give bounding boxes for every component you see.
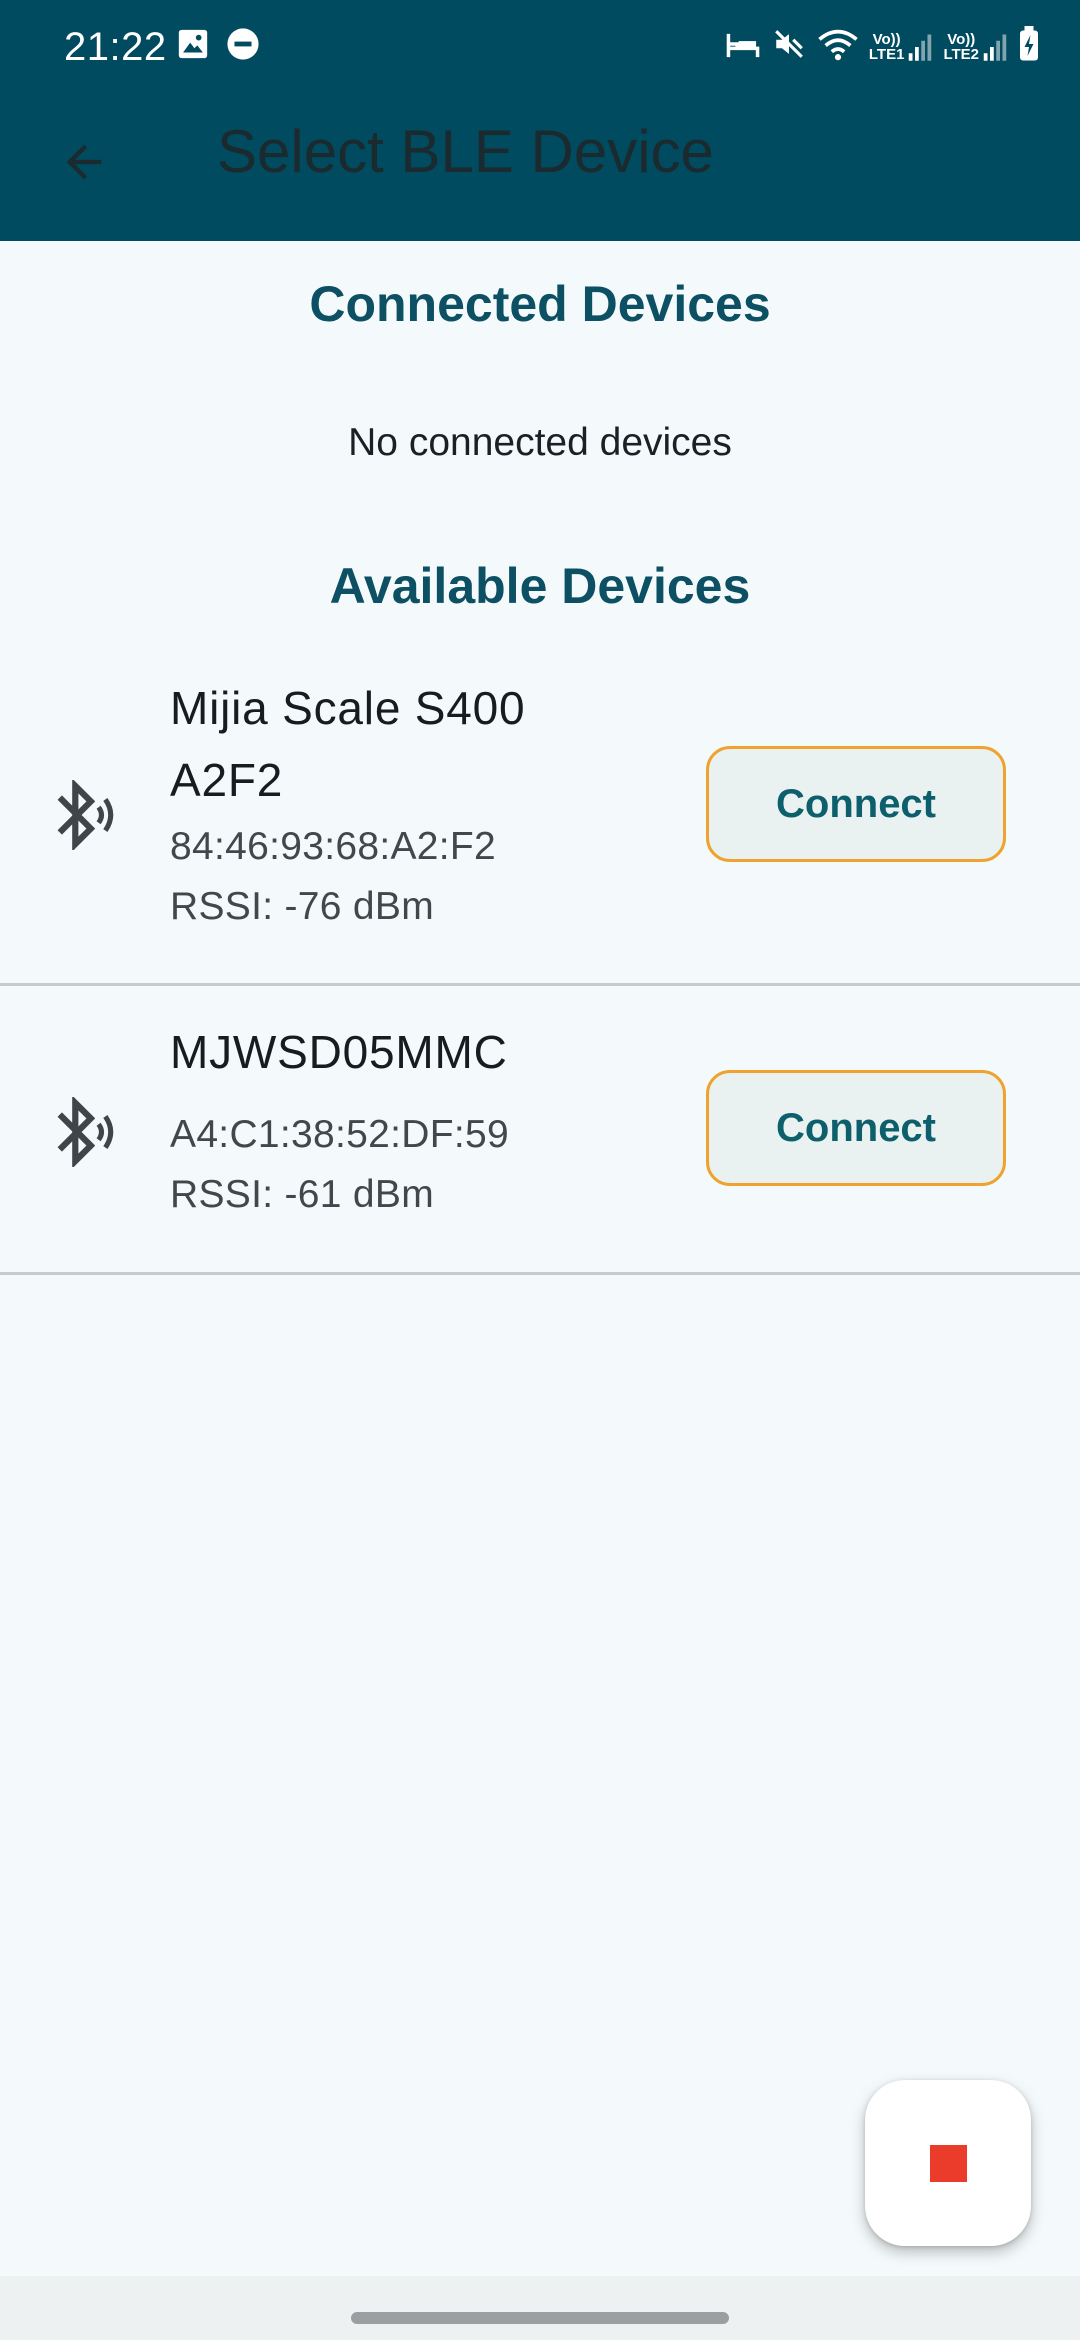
sim1-network-label: LTE1 [868, 45, 905, 63]
image-icon [176, 27, 210, 66]
do-not-disturb-icon [226, 27, 260, 66]
stop-icon [929, 2144, 967, 2182]
sleep-mode-icon [725, 28, 761, 65]
status-bar: 21:22 Vo)) LTE1 Vo)) LTE2 [0, 0, 1080, 96]
page-title: Select BLE Device [217, 118, 714, 185]
connect-button[interactable]: Connect [706, 746, 1006, 862]
connected-devices-title: Connected Devices [309, 276, 771, 332]
available-devices-title: Available Devices [329, 558, 751, 614]
signal-sim2-icon: Vo)) LTE2 [943, 32, 1008, 62]
stop-scan-button[interactable] [865, 2080, 1031, 2246]
sim2-volte-label: Vo)) [947, 30, 976, 48]
device-name: Mijia Scale S400 [170, 682, 526, 734]
status-time: 21:22 [64, 25, 167, 69]
wifi-icon [817, 27, 859, 66]
battery-charging-icon [1018, 26, 1040, 67]
connect-button[interactable]: Connect [706, 1070, 1006, 1186]
device-mac-address: A4:C1:38:52:DF:59 [170, 1113, 509, 1156]
device-rssi: RSSI: -76 dBm [170, 885, 434, 928]
back-button[interactable] [44, 124, 124, 204]
app-bar: Select BLE Device [0, 96, 1080, 241]
device-list-item: Mijia Scale S400 A2F2 84:46:93:68:A2:F2 … [0, 642, 1080, 986]
arrow-back-icon [58, 136, 110, 193]
bluetooth-searching-icon [52, 1095, 118, 1169]
device-mac-address: 84:46:93:68:A2:F2 [170, 825, 497, 868]
sim2-network-label: LTE2 [943, 45, 979, 63]
signal-sim1-icon: Vo)) LTE1 [869, 32, 934, 62]
top-app-bar: 21:22 Vo)) LTE1 Vo)) LTE2 Select BLE Dev… [0, 0, 1080, 241]
home-gesture-handle[interactable] [351, 2312, 729, 2324]
device-name-continued: A2F2 [170, 754, 284, 806]
status-right-icons: Vo)) LTE1 Vo)) LTE2 [725, 26, 1040, 67]
device-list-item: MJWSD05MMC A4:C1:38:52:DF:59 RSSI: -61 d… [0, 986, 1080, 1275]
device-name: MJWSD05MMC [170, 1026, 508, 1078]
device-rssi: RSSI: -61 dBm [170, 1173, 434, 1216]
status-left-icons [176, 27, 260, 66]
bluetooth-searching-icon [52, 778, 118, 852]
no-connected-devices-message: No connected devices [348, 421, 732, 464]
sim1-volte-label: Vo)) [872, 30, 901, 48]
system-navigation-bar [0, 2276, 1080, 2340]
mute-icon [771, 27, 807, 66]
